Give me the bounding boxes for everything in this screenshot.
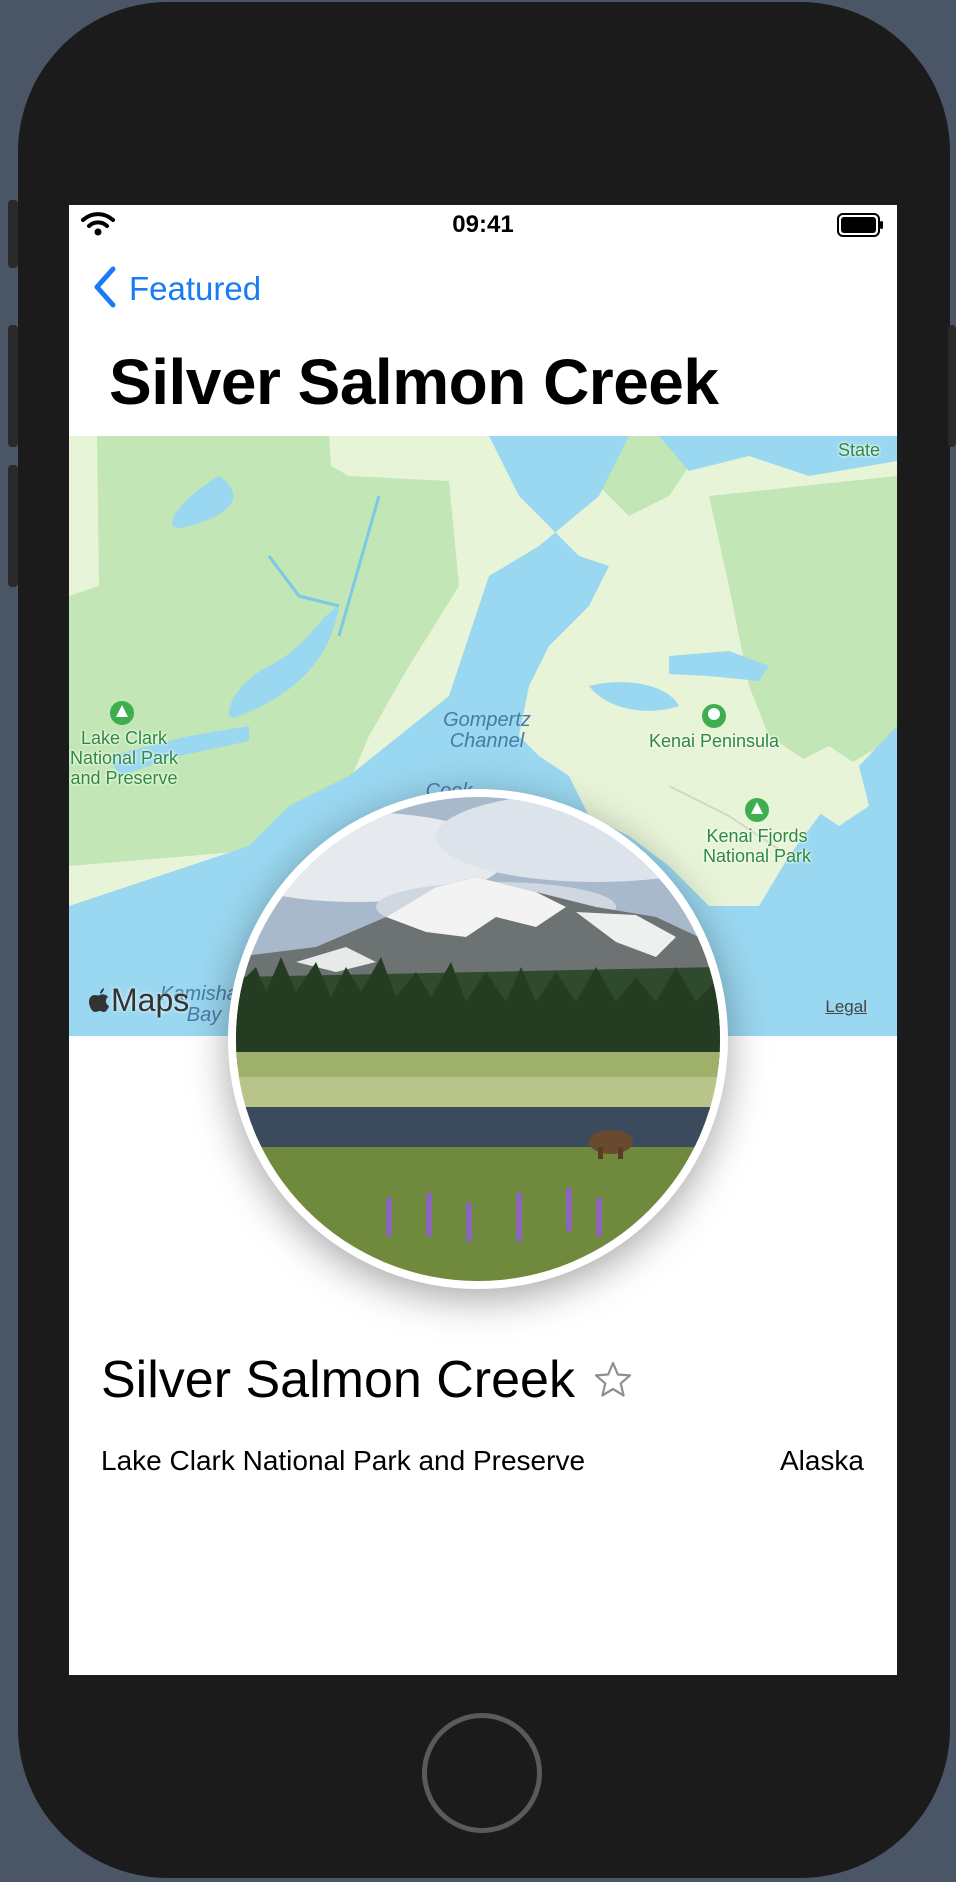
map-label-kenai-fjords: Kenai Fjords National Park: [702, 826, 812, 866]
back-button-label: Featured: [129, 270, 262, 307]
page-title: Silver Salmon Creek: [109, 346, 719, 418]
landmark-name-row: Silver Salmon Creek: [101, 1350, 633, 1410]
map-label-gompertz-channel: Gompertz Channel: [443, 709, 531, 752]
volume-down-button: [8, 465, 18, 587]
map-label-state: State: [837, 440, 881, 460]
apple-logo-icon: [89, 987, 111, 1014]
mute-switch: [8, 200, 18, 268]
status-time: 09:41: [452, 211, 514, 238]
back-button[interactable]: Featured: [93, 266, 262, 313]
power-button: [948, 325, 956, 447]
landmark-photo: [228, 789, 728, 1289]
app-screen: 09:41 Featured Silver Salmon Creek Lake …: [69, 205, 897, 1675]
battery-icon: [837, 213, 885, 242]
landmark-photo-image: [236, 797, 720, 1281]
landmark-park: Lake Clark National Park and Preserve: [101, 1445, 586, 1476]
star-outline-icon[interactable]: [593, 1360, 633, 1400]
maps-attribution: Maps: [89, 982, 189, 1019]
status-bar: 09:41: [69, 205, 897, 247]
landmark-state: Alaska: [779, 1445, 864, 1476]
map-label-lake-clark: Lake Clark National Park and Preserve: [69, 728, 179, 788]
volume-up-button: [8, 325, 18, 447]
landmark-name: Silver Salmon Creek: [101, 1351, 575, 1409]
home-button[interactable]: [422, 1713, 542, 1833]
map-label-kenai-peninsula: Kenai Peninsula: [648, 731, 780, 751]
legal-link[interactable]: Legal: [825, 997, 867, 1017]
maps-label: Maps: [111, 982, 190, 1018]
chevron-left-icon: [93, 266, 117, 313]
